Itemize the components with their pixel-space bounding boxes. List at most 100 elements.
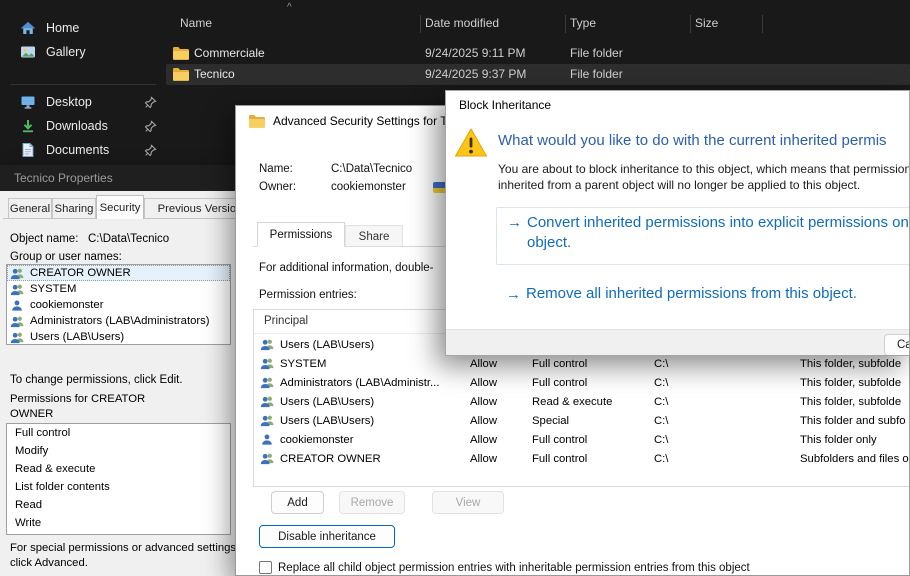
column-header-type[interactable]: Type [570,16,596,30]
list-item-administrators[interactable]: Administrators (LAB\Administrators) [7,313,230,329]
list-item-label: SYSTEM [30,283,76,295]
cell-type: Allow [470,358,497,370]
convert-permissions-option[interactable]: Convert inherited permissions into expli… [496,207,910,265]
additional-info-text: For additional information, double- [259,262,434,274]
add-button[interactable]: Add [271,491,324,514]
file-date: 9/24/2025 9:11 PM [425,46,526,60]
tab-general[interactable]: General [8,198,52,218]
permissions-list: Full control Modify Read & execute List … [6,423,231,535]
cell-type: Allow [470,434,497,446]
cell-principal: cookiemonster [280,434,353,446]
list-item-label: cookiemonster [30,299,103,311]
cell-principal: Users (LAB\Users) [280,415,374,427]
user-icon [260,433,275,447]
permission-item: Full control [7,424,230,442]
tab-security[interactable]: Security [96,195,144,219]
advanced-dialog-title: Advanced Security Settings for Te [273,114,453,128]
tab-share[interactable]: Share [345,225,403,247]
cell-inherited-from: C:\ [654,453,668,465]
table-row[interactable]: cookiemonster Allow Full control C:\ Thi… [254,431,910,450]
sidebar-item-home[interactable]: Home [6,16,160,40]
sidebar-item-documents[interactable]: Documents [6,138,160,162]
tab-permissions[interactable]: Permissions [257,222,345,247]
cell-inherited-from: C:\ [654,377,668,389]
file-name: Tecnico [194,67,235,81]
view-button[interactable]: View [432,491,504,514]
table-row[interactable]: Administrators (LAB\Administr... Allow F… [254,374,910,393]
replace-permissions-checkbox[interactable] [259,561,272,574]
list-item-cookiemonster[interactable]: cookiemonster [7,297,230,313]
dialog-footer [446,329,909,356]
group-icon [10,331,25,344]
cell-type: Allow [470,415,497,427]
tab-sharing[interactable]: Sharing [52,198,96,218]
sidebar-item-desktop[interactable]: Desktop [6,90,160,114]
sidebar-item-downloads[interactable]: Downloads [6,114,160,138]
file-row-commerciale[interactable]: Commerciale 9/24/2025 9:11 PM File folde… [166,43,910,64]
desktop-icon [20,94,36,110]
table-row[interactable]: Users (LAB\Users) Allow Read & execute C… [254,393,910,412]
list-item-system[interactable]: SYSTEM [7,281,230,297]
remove-button[interactable]: Remove [339,491,405,514]
group-icon [10,315,25,328]
group-icon [260,395,275,409]
group-icon [260,338,275,352]
cell-access: Read & execute [532,396,612,408]
folder-icon [248,114,265,128]
disable-inheritance-button[interactable]: Disable inheritance [259,525,395,548]
block-dialog-title: Block Inheritance [459,98,551,112]
sort-ascending-icon[interactable]: ^ [287,2,292,13]
cell-applies-to: This folder, subfolde [800,377,901,389]
column-divider[interactable] [420,15,421,33]
cell-access: Full control [532,434,587,446]
file-name: Commerciale [194,46,265,60]
edit-hint-text: To change permissions, click Edit. [10,374,183,386]
replace-permissions-label: Replace all child object permission entr… [278,562,750,574]
cell-applies-to: This folder, subfolde [800,396,901,408]
column-header-name[interactable]: Name [180,16,212,30]
group-user-list: CREATOR OWNER SYSTEM cookiemonster Admin… [6,264,231,345]
column-header-date-modified[interactable]: Date modified [425,16,499,30]
list-item-users[interactable]: Users (LAB\Users) [7,329,230,345]
name-label: Name: [259,163,293,175]
owner-value: cookiemonster [331,181,406,193]
cell-access: Full control [532,453,587,465]
gallery-icon [20,44,36,60]
column-header-principal[interactable]: Principal [264,315,308,327]
column-divider[interactable] [690,15,691,33]
remove-permissions-label: Remove all inherited permissions from th… [526,284,857,304]
permission-item: Read & execute [7,460,230,478]
folder-icon [172,67,189,81]
file-row-tecnico[interactable]: Tecnico 9/24/2025 9:37 PM File folder [166,64,910,85]
table-row[interactable]: CREATOR OWNER Allow Full control C:\ Sub… [254,450,910,469]
cell-access: Special [532,415,569,427]
cancel-button[interactable]: Cancel [884,334,910,356]
table-row[interactable]: Users (LAB\Users) Allow Special C:\ This… [254,412,910,431]
cell-type: Allow [470,453,497,465]
group-icon [10,283,25,296]
properties-dialog: Tecnico Properties General Sharing Secur… [0,165,256,576]
list-item-label: Users (LAB\Users) [30,331,124,343]
block-dialog-body-line2: inherited from a parent object will no l… [498,178,860,192]
permission-item: Modify [7,442,230,460]
cell-inherited-from: C:\ [654,415,668,427]
list-item-label: CREATOR OWNER [30,267,131,279]
cell-applies-to: This folder and subfo [800,415,906,427]
table-row[interactable]: SYSTEM Allow Full control C:\ This folde… [254,355,910,374]
screen: ^ Name Date modified Type Size Commercia… [0,0,910,576]
sidebar-item-label: Desktop [46,95,92,109]
column-divider[interactable] [565,15,566,33]
documents-icon [20,142,36,158]
sidebar-item-label: Home [46,21,79,35]
column-header-size[interactable]: Size [695,16,718,30]
cell-applies-to: Subfolders and files o [800,453,909,465]
owner-label: Owner: [259,181,296,193]
sidebar-item-gallery[interactable]: Gallery [6,40,160,64]
cell-applies-to: This folder only [800,434,877,446]
file-type: File folder [570,46,623,60]
list-item-creator-owner[interactable]: CREATOR OWNER [7,265,230,281]
pin-icon [144,120,157,133]
warning-icon [454,127,488,158]
object-name-label: Object name: [10,233,78,245]
column-divider[interactable] [762,15,763,33]
